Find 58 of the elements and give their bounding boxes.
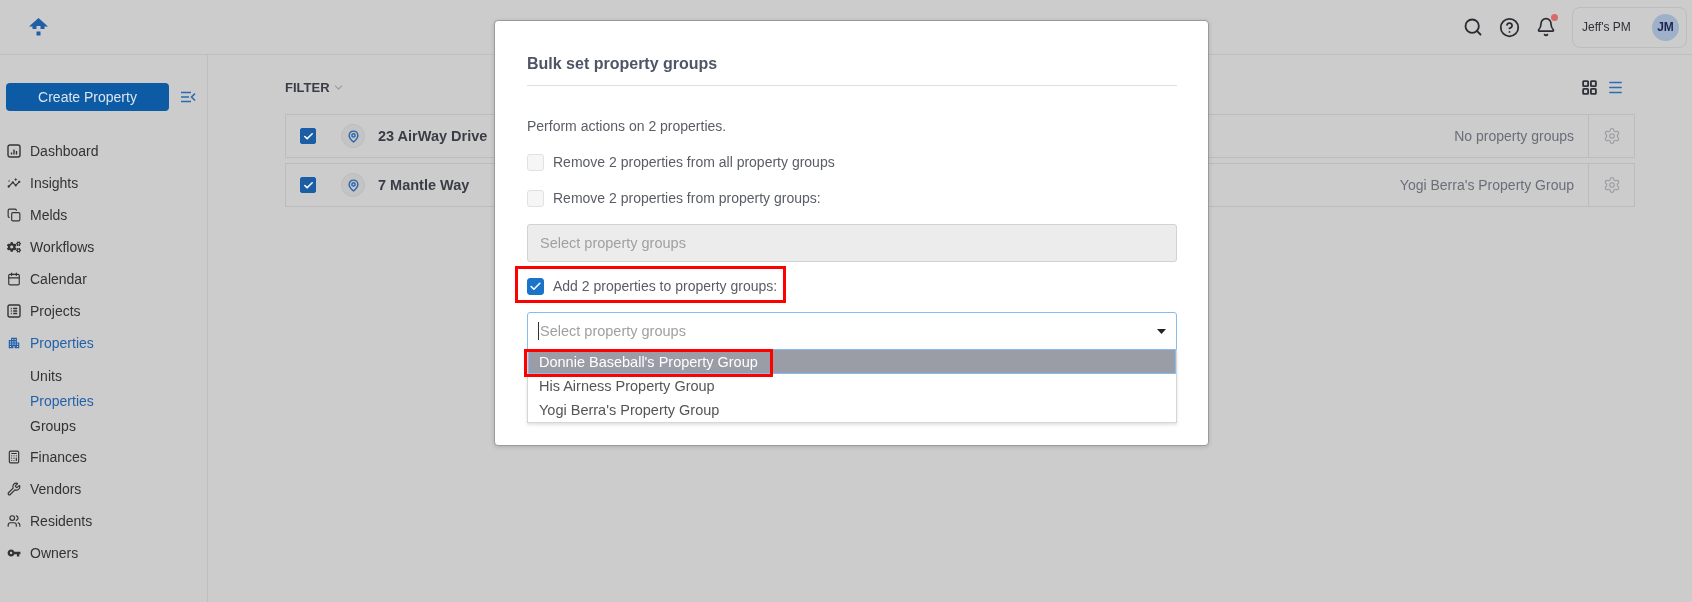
collapse-sidebar-icon[interactable] — [180, 91, 196, 103]
nav-item[interactable]: Vendors — [0, 473, 207, 505]
user-menu[interactable]: Jeff's PM JM — [1572, 6, 1687, 48]
settings-icon — [1602, 176, 1621, 194]
nav-item[interactable]: Calendar — [0, 263, 207, 295]
calculator-icon — [7, 450, 21, 464]
nav-item[interactable]: Workflows — [0, 231, 207, 263]
trend-line-icon — [7, 176, 21, 190]
property-groups-text: Yogi Berra's Property Group — [1399, 177, 1574, 193]
create-property-button[interactable]: Create Property — [6, 83, 169, 111]
row-checkbox[interactable] — [300, 177, 316, 193]
search-icon[interactable] — [1463, 17, 1483, 37]
option-label: Remove 2 properties from property groups: — [553, 190, 821, 206]
nav-subitem[interactable]: Units — [0, 363, 207, 388]
location-pin-icon — [341, 173, 365, 197]
avatar: JM — [1652, 13, 1679, 41]
help-icon[interactable] — [1499, 16, 1520, 38]
caret-icon[interactable] — [1157, 329, 1166, 334]
checkmark-icon — [302, 130, 314, 142]
nav-item[interactable]: Finances — [0, 441, 207, 473]
logo-icon[interactable] — [29, 17, 48, 37]
wrench-icon — [7, 482, 21, 496]
row-checkbox[interactable] — [300, 128, 316, 144]
text-cursor — [538, 322, 539, 340]
bell-icon[interactable] — [1536, 17, 1556, 37]
nav-subitem[interactable]: Properties — [0, 388, 207, 413]
property-name[interactable]: 7 Mantle Way — [378, 177, 470, 193]
checkbox[interactable] — [527, 277, 544, 295]
nav-item[interactable]: Dashboard — [0, 135, 207, 167]
checkmark-icon — [529, 279, 542, 293]
dropdown-option[interactable]: His Airness Property Group — [528, 374, 1176, 398]
option-label: Remove 2 properties from all property groups — [553, 154, 835, 170]
people-icon — [7, 514, 21, 528]
chart-icon — [7, 144, 21, 158]
gears-icon — [7, 240, 21, 254]
modal-title: Bulk set property groups — [527, 54, 719, 74]
modal-intro: Perform actions on 2 properties. — [527, 117, 728, 136]
select-field[interactable]: Select property groups — [527, 312, 1177, 350]
nav-item[interactable]: Melds — [0, 199, 207, 231]
option-label: Add 2 properties to property groups: — [553, 278, 778, 294]
dropdown-option[interactable]: Yogi Berra's Property Group — [528, 398, 1176, 422]
nav-item[interactable]: Properties — [0, 327, 207, 359]
copy-icon — [7, 208, 21, 222]
settings-icon — [1602, 127, 1621, 145]
grid-view-icon[interactable] — [1581, 78, 1598, 96]
nav-item[interactable]: Insights — [0, 167, 207, 199]
property-name[interactable]: 23 AirWay Drive — [378, 128, 488, 144]
checkmark-icon — [302, 179, 314, 191]
location-pin-icon — [341, 124, 365, 148]
buildings-icon — [7, 336, 21, 350]
property-groups-text: No property groups — [1454, 128, 1574, 144]
nav-item[interactable]: Projects — [0, 295, 207, 327]
filter-toggle[interactable]: FILTER — [285, 79, 345, 95]
nav-subitem[interactable]: Groups — [0, 413, 207, 438]
nav-item[interactable]: Residents — [0, 505, 207, 537]
calendar-icon — [7, 272, 21, 286]
list-icon — [7, 304, 21, 318]
nav-item[interactable]: Owners — [0, 537, 207, 569]
